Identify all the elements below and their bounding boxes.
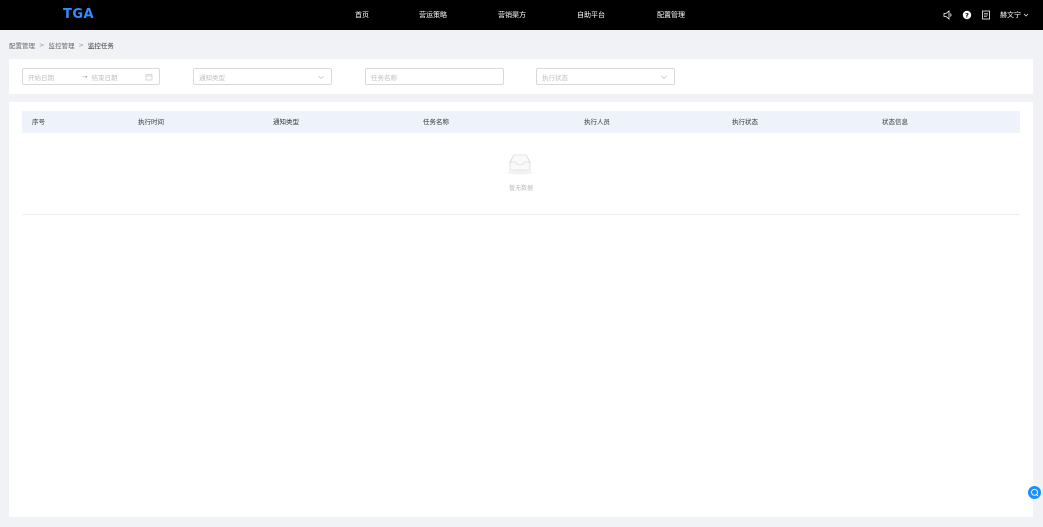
nav-item-home[interactable]: 首页 [355,0,369,30]
nav-item-marketing[interactable]: 营销渠方 [498,0,526,30]
breadcrumb-separator-icon: > [39,41,45,49]
empty-state: 暂无数据 [22,133,1020,215]
chat-support-button[interactable] [1028,486,1041,499]
header-tools: ? 赫文宁 [943,0,1029,30]
speaker-icon[interactable] [943,10,953,20]
status-select[interactable]: 执行状态 [536,68,675,85]
filter-panel: 开始日期 → 结束日期 通知类型 任务名称 执行状态 [9,59,1033,94]
app-logo[interactable]: TGA [63,6,94,24]
column-header-status-info: 状态信息 [882,118,908,126]
chevron-down-icon [318,75,324,79]
table-header: 序号 执行时间 通知类型 任务名称 执行人员 执行状态 状态信息 [22,111,1020,133]
user-menu[interactable]: 赫文宁 [1000,10,1029,20]
document-icon[interactable] [981,10,991,20]
column-header-exec-time: 执行时间 [138,118,164,126]
task-name-placeholder: 任务名称 [371,73,397,82]
notify-type-placeholder: 通知类型 [199,73,225,82]
breadcrumb: 配置管理 > 监控管理 > 监控任务 [9,40,114,50]
start-date-input[interactable]: 开始日期 [28,72,78,82]
breadcrumb-separator-icon: > [78,41,84,49]
help-icon[interactable]: ? [962,10,972,20]
breadcrumb-item-monitor[interactable]: 监控管理 [48,40,74,50]
range-separator: → [82,72,88,81]
empty-text: 暂无数据 [508,185,533,192]
top-navigation-bar: TGA 首页 营运策略 营销渠方 自助平台 配置管理 ? 赫文宁 [0,0,1043,30]
column-header-task-name: 任务名称 [423,118,449,126]
breadcrumb-item-config[interactable]: 配置管理 [9,40,35,50]
status-placeholder: 执行状态 [542,73,568,82]
calendar-icon [145,74,153,81]
column-header-executor: 执行人员 [584,118,610,126]
nav-item-self-service-platform[interactable]: 自助平台 [577,0,605,30]
chevron-down-icon [1023,13,1029,17]
column-header-exec-status: 执行状态 [732,118,758,126]
notify-type-select[interactable]: 通知类型 [193,68,332,85]
svg-text:?: ? [965,11,969,19]
user-name: 赫文宁 [1000,11,1021,19]
date-range-picker[interactable]: 开始日期 → 结束日期 [22,68,160,85]
nav-item-operations-strategy[interactable]: 营运策略 [419,0,447,30]
table-panel: 序号 执行时间 通知类型 任务名称 执行人员 执行状态 状态信息 暂无数据 [9,102,1033,517]
nav-item-config-management[interactable]: 配置管理 [657,0,685,30]
chat-icon [1031,488,1039,497]
breadcrumb-item-current: 监控任务 [87,42,114,50]
column-header-notify-type: 通知类型 [273,118,299,126]
chevron-down-icon [661,75,667,79]
empty-inbox-icon [507,154,533,175]
end-date-input[interactable]: 结束日期 [91,72,117,82]
column-header-index: 序号 [32,118,45,126]
task-name-input[interactable]: 任务名称 [365,68,504,85]
